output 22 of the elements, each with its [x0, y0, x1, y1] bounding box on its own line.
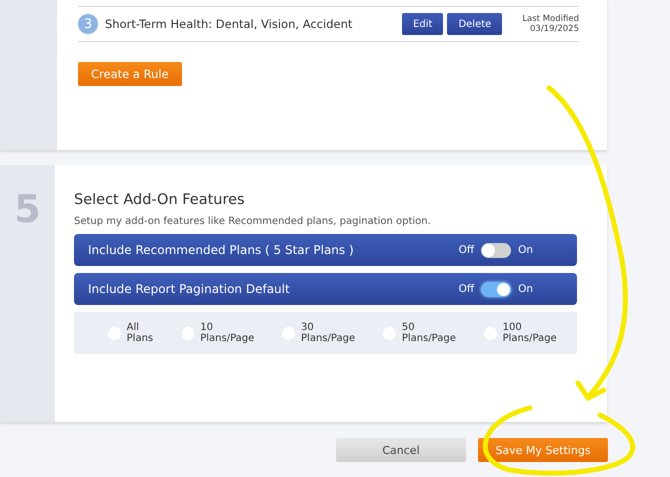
cancel-button[interactable]: Cancel [336, 438, 466, 462]
off-label: Off [458, 244, 474, 256]
feature-label: Include Recommended Plans ( 5 Star Plans ) [88, 243, 355, 257]
modified-label: Last Modified [522, 14, 579, 24]
toggle-switch[interactable] [481, 242, 512, 258]
rule-action-button[interactable]: Edit [402, 13, 444, 35]
modified-date: 03/19/2025 [529, 24, 579, 34]
on-label: On [518, 283, 533, 295]
radio-label: 10 Plans/Page [200, 322, 256, 344]
section-description: Setup my add-on features like Recommended plans, pagination option. [74, 216, 432, 227]
radio-label: 50 Plans/Page [402, 322, 457, 344]
radio-label: 100 Plans/Page [502, 322, 558, 344]
section-title: Select Add-On Features [74, 192, 246, 208]
rule-name: Short-Term Health: Dental, Vision, Accident [105, 17, 354, 31]
off-label: Off [458, 283, 474, 295]
toggle-switch[interactable] [481, 282, 512, 296]
feature-label: Include Report Pagination Default [88, 282, 291, 296]
rule-action-button[interactable]: Delete [447, 13, 502, 35]
on-label: On [518, 244, 533, 256]
radio-label: 30 Plans/Page [301, 322, 356, 344]
rule-number: 3 [78, 14, 98, 34]
radio-label: All Plans [126, 322, 154, 344]
